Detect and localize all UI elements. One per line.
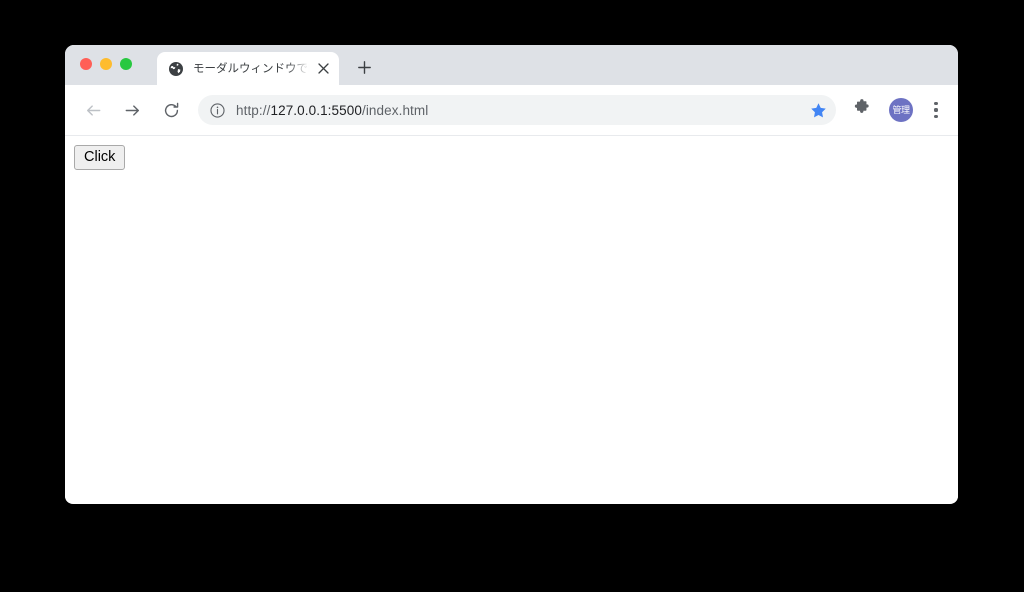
globe-icon [168,61,184,77]
back-button[interactable] [79,96,107,124]
menu-dot [934,114,938,118]
info-circle-icon[interactable] [209,102,226,119]
page-viewport: Click [65,136,958,503]
url-path: /index.html [361,102,429,118]
puzzle-piece-icon [853,98,871,122]
address-bar[interactable]: http://127.0.0.1:5500/index.html [198,95,836,125]
menu-dot [934,108,938,112]
close-window-button[interactable] [80,58,92,70]
forward-button[interactable] [118,96,146,124]
tab-title-container: モーダルウィンドウでReactの基礎 [193,58,313,79]
profile-avatar[interactable]: 管理 [889,98,913,122]
browser-tab-active[interactable]: モーダルウィンドウでReactの基礎 [157,52,339,85]
tab-strip: モーダルウィンドウでReactの基礎 [65,45,958,85]
url-scheme: http:// [236,102,271,118]
url-host: 127.0.0.1:5500 [270,102,362,118]
browser-window: モーダルウィンドウでReactの基礎 [65,45,958,504]
maximize-window-button[interactable] [120,58,132,70]
minimize-window-button[interactable] [100,58,112,70]
browser-toolbar: http://127.0.0.1:5500/index.html 管理 [65,85,958,136]
star-filled-icon[interactable] [806,98,830,122]
new-tab-button[interactable] [351,54,377,80]
close-tab-button[interactable] [313,59,333,79]
three-dots-vertical-icon[interactable] [923,96,949,124]
menu-dot [934,102,938,106]
window-controls [80,58,132,70]
tab-title: モーダルウィンドウでReactの基礎 [193,62,313,75]
click-button[interactable]: Click [74,145,126,170]
reload-button[interactable] [157,96,185,124]
extensions-button[interactable] [848,96,876,124]
address-bar-url: http://127.0.0.1:5500/index.html [236,103,802,118]
desktop-background: モーダルウィンドウでReactの基礎 [0,0,1024,592]
